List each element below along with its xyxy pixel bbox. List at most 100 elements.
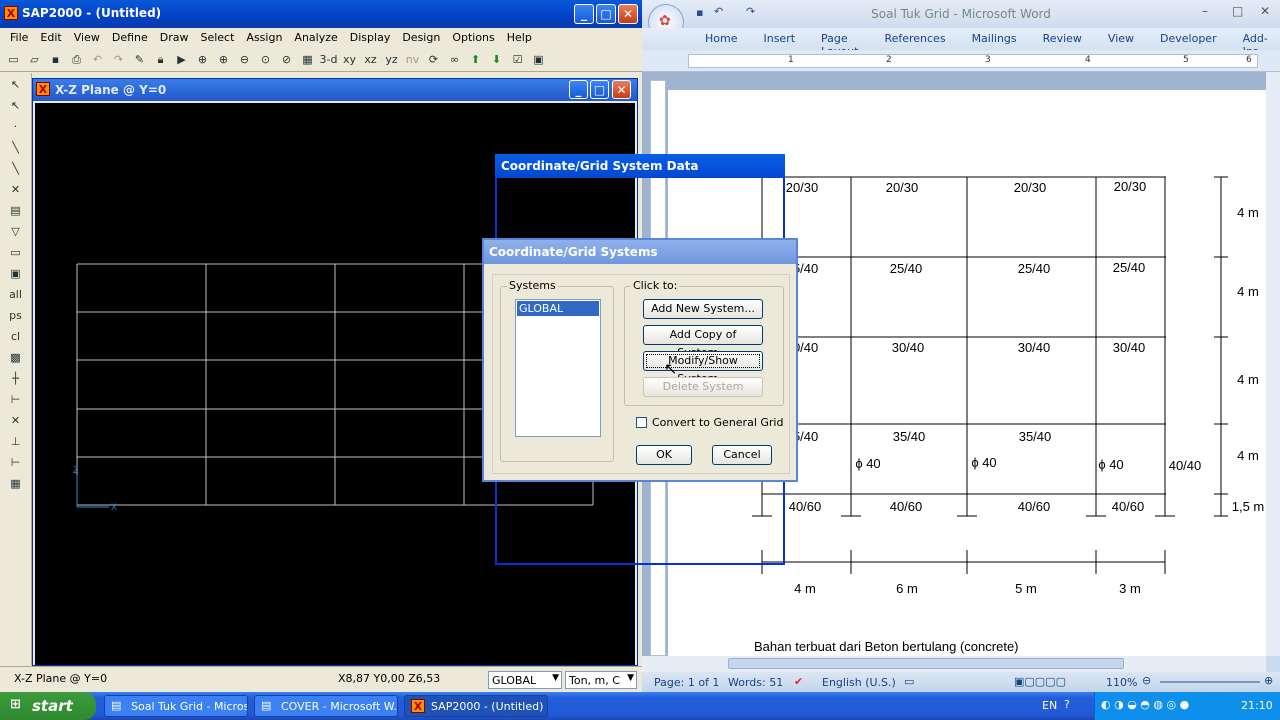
zoom-in-icon[interactable]: ⊕ xyxy=(214,50,233,69)
view-buttons[interactable]: ▣▢▢▢▢ xyxy=(1014,675,1066,688)
maximize-button[interactable]: □ xyxy=(596,4,616,24)
section-cut-icon[interactable]: ▤ xyxy=(6,201,25,220)
horizontal-ruler[interactable]: 1 2 3 4 5 6 xyxy=(642,50,1280,72)
perspective-icon[interactable]: ∞ xyxy=(445,50,464,69)
tab-page-layout[interactable]: Page Layout xyxy=(808,28,871,58)
tab-add-ins[interactable]: Add-Ins xyxy=(1230,28,1280,58)
word-title-bar[interactable]: Soal Tuk Grid - Microsoft Word xyxy=(642,0,1280,28)
macro-icon[interactable]: ▭ xyxy=(904,675,914,688)
help-icon[interactable]: ? xyxy=(1064,698,1070,711)
quick-redo-icon[interactable]: ↷ xyxy=(746,5,755,18)
menu-assign[interactable]: Assign xyxy=(240,28,288,48)
view-yz-button[interactable]: yz xyxy=(382,50,401,69)
vertical-scrollbar[interactable] xyxy=(1266,72,1280,656)
draw-frame-icon[interactable]: ╲ xyxy=(6,138,25,157)
ok-button[interactable]: OK xyxy=(636,445,692,465)
quick-frame-icon[interactable]: ╲ xyxy=(6,159,25,178)
pencil-icon[interactable]: ✎ xyxy=(130,50,149,69)
tab-references[interactable]: References xyxy=(871,28,958,50)
systems-list[interactable]: GLOBAL xyxy=(515,299,601,437)
menu-analyze[interactable]: Analyze xyxy=(288,28,343,48)
quick-undo-icon[interactable]: ↶ xyxy=(714,5,723,18)
pan-icon[interactable]: ▦ xyxy=(298,50,317,69)
open-folder-icon[interactable]: ▱ xyxy=(25,50,44,69)
tab-developer[interactable]: Developer xyxy=(1147,28,1230,50)
menu-define[interactable]: Define xyxy=(106,28,154,48)
snap-ends-icon[interactable]: ⊢ xyxy=(6,390,25,409)
units-select[interactable]: Ton, m, C ▼ xyxy=(565,671,637,689)
tab-mailings[interactable]: Mailings xyxy=(959,28,1030,50)
language-indicator[interactable]: English (U.S.) xyxy=(822,676,896,689)
add-new-system-button[interactable]: Add New System... xyxy=(643,299,763,319)
task-cover[interactable]: ▤ COVER - Microsoft W... xyxy=(254,695,398,717)
undo-icon[interactable]: ↶ xyxy=(88,50,107,69)
word-maximize-button[interactable]: □ xyxy=(1232,4,1243,18)
tab-review[interactable]: Review xyxy=(1030,28,1095,50)
delete-system-button[interactable]: Delete System xyxy=(643,377,763,397)
redo-icon[interactable]: ↷ xyxy=(109,50,128,69)
menu-draw[interactable]: Draw xyxy=(154,28,195,48)
snap-grid-icon[interactable]: ▦ xyxy=(6,474,25,493)
task-soal-tuk-grid[interactable]: ▤ Soal Tuk Grid - Micros... xyxy=(104,695,248,717)
move-down-icon[interactable]: ⬇ xyxy=(487,50,506,69)
zoom-window-icon[interactable]: ⊕ xyxy=(193,50,212,69)
zoom-out-icon[interactable]: ⊖ xyxy=(1142,674,1151,687)
grid-data-dialog-title[interactable]: Coordinate/Grid System Data xyxy=(495,154,785,178)
joint-icon[interactable]: · xyxy=(6,117,25,136)
quick-area-icon[interactable]: ▣ xyxy=(6,264,25,283)
rotate-icon[interactable]: ⟳ xyxy=(424,50,443,69)
child-close-button[interactable]: ✕ xyxy=(612,80,631,99)
menu-file[interactable]: File xyxy=(4,28,34,48)
task-sap2000[interactable]: X SAP2000 - (Untitled) xyxy=(404,695,548,717)
draw-area-icon[interactable]: ▽ xyxy=(6,222,25,241)
new-file-icon[interactable]: ▭ xyxy=(4,50,23,69)
intersect-icon[interactable]: ▩ xyxy=(6,348,25,367)
language-bar[interactable]: EN xyxy=(1042,699,1057,712)
clear-select-icon[interactable]: cl xyxy=(6,327,25,346)
tray-icons[interactable]: ◐ ◑ ◒ ◓ ◍ ◎ ● xyxy=(1101,698,1189,711)
set-display-icon[interactable]: ☑ xyxy=(508,50,527,69)
quick-save-icon[interactable]: ▪ xyxy=(696,6,703,19)
scroll-thumb[interactable] xyxy=(728,658,1124,669)
previous-select-icon[interactable]: ps xyxy=(6,306,25,325)
view-xz-button[interactable]: xz xyxy=(361,50,380,69)
view-3d-button[interactable]: 3-d xyxy=(319,50,338,69)
menu-design[interactable]: Design xyxy=(396,28,446,48)
print-icon[interactable]: ⎙ xyxy=(67,50,86,69)
start-button[interactable]: ⊞ start xyxy=(0,692,96,720)
horizontal-scrollbar[interactable] xyxy=(642,656,1266,672)
snap-intersect-icon[interactable]: ✕ xyxy=(6,411,25,430)
move-up-icon[interactable]: ⬆ xyxy=(466,50,485,69)
tab-home[interactable]: Home xyxy=(692,28,750,50)
run-icon[interactable]: ▶ xyxy=(172,50,191,69)
snap-points-icon[interactable]: ┼ xyxy=(6,369,25,388)
menu-help[interactable]: Help xyxy=(501,28,538,48)
child-minimize-button[interactable]: _ xyxy=(569,80,588,99)
word-count[interactable]: Words: 51 xyxy=(728,676,783,689)
tab-view[interactable]: View xyxy=(1095,28,1147,50)
proofing-icon[interactable]: ✔ xyxy=(794,675,803,688)
cancel-button[interactable]: Cancel xyxy=(712,445,772,465)
page-count[interactable]: Page: 1 of 1 xyxy=(654,676,719,689)
rectangle-area-icon[interactable]: ▭ xyxy=(6,243,25,262)
zoom-all-icon[interactable]: ⊘ xyxy=(277,50,296,69)
lock-icon[interactable]: 🔒︎ xyxy=(151,50,170,69)
select-all-icon[interactable]: all xyxy=(6,285,25,304)
child-maximize-button[interactable]: □ xyxy=(590,80,609,99)
brace-icon[interactable]: ✕ xyxy=(6,180,25,199)
view-nv-button[interactable]: nv xyxy=(403,50,422,69)
snap-perp-icon[interactable]: ⊥ xyxy=(6,432,25,451)
sap-title-bar[interactable]: X SAP2000 - (Untitled) xyxy=(0,0,642,28)
minimize-button[interactable]: _ xyxy=(574,4,594,24)
reshape-icon[interactable]: ↖ xyxy=(6,96,25,115)
zoom-level[interactable]: 110% xyxy=(1106,676,1137,689)
word-close-button[interactable]: ✕ xyxy=(1260,4,1270,18)
zoom-prev-icon[interactable]: ⊙ xyxy=(256,50,275,69)
coord-system-select[interactable]: GLOBAL ▼ xyxy=(488,671,562,689)
zoom-in-icon[interactable]: ⊕ xyxy=(1264,674,1273,687)
menu-options[interactable]: Options xyxy=(446,28,500,48)
snap-lines-icon[interactable]: ⊢ xyxy=(6,453,25,472)
zoom-slider[interactable] xyxy=(1160,681,1260,683)
tab-insert[interactable]: Insert xyxy=(750,28,808,50)
xz-title-bar[interactable]: X X-Z Plane @ Y=0 xyxy=(33,79,637,101)
